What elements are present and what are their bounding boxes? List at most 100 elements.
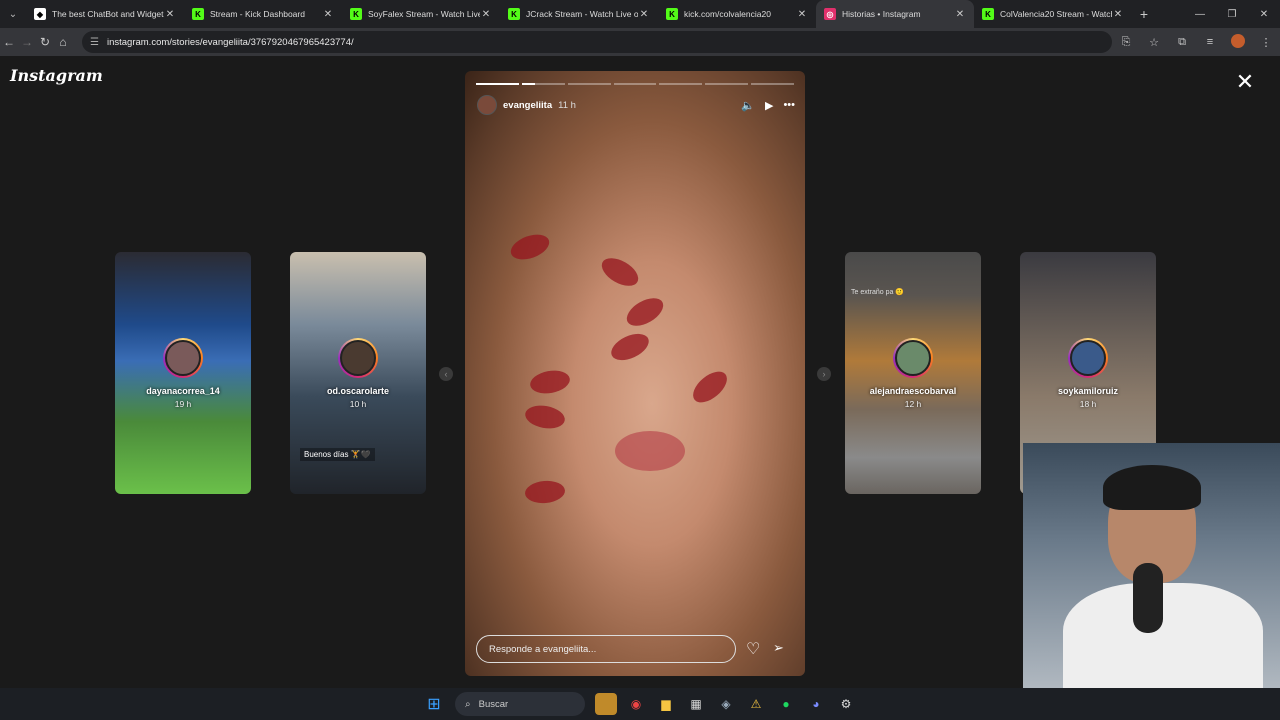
store-icon[interactable]: ▦ [685, 693, 707, 715]
tab-close-icon[interactable]: ✕ [164, 9, 176, 20]
tab-favicon-icon: K [666, 8, 678, 20]
settings-icon[interactable]: ⚙ [835, 693, 857, 715]
like-heart-icon[interactable]: ♡ [746, 639, 760, 659]
minimize-icon[interactable]: — [1184, 0, 1216, 28]
discord-icon[interactable]: ◕ [805, 693, 827, 715]
webcam-person-hair [1103, 465, 1201, 510]
tab-close-icon[interactable]: ✕ [1112, 9, 1124, 20]
kiss-mark [622, 292, 668, 332]
story-progress-bar [476, 83, 795, 85]
tab-favicon-icon: ◎ [824, 8, 836, 20]
tab-4[interactable]: K JCrack Stream - Watch Live on ✕ [500, 0, 658, 28]
tab-5[interactable]: Kkick.com/colvalencia20 ✕ [658, 0, 816, 28]
previous-story-chevron-icon[interactable]: ‹ [439, 367, 453, 381]
bookmark-star-icon[interactable]: ☆ [1140, 36, 1168, 49]
windows-start-icon[interactable]: ⊞ [423, 693, 445, 715]
more-options-icon[interactable]: ••• [783, 99, 795, 112]
tab-7[interactable]: K ColValencia20 Stream - Watch ✕ [974, 0, 1132, 28]
browser-address-bar: ← → ↻ ⌂ ☰ instagram.com/stories/evangelii… [0, 28, 1280, 56]
webcam-overlay [1023, 443, 1280, 688]
new-tab-icon[interactable]: + [1132, 6, 1156, 22]
main-story[interactable]: evangeliita 11 h 🔈 ▶ ••• Responde a evan… [465, 71, 805, 676]
taskbar-search-label: Buscar [478, 698, 509, 710]
tab-close-icon[interactable]: ✕ [480, 9, 492, 20]
window-controls: — ❐ ✕ [1184, 0, 1280, 28]
forward-icon[interactable]: → [18, 28, 36, 56]
tab-1[interactable]: ◆ The best ChatBot and Widgets ✕ [26, 0, 184, 28]
story-author-time: 11 h [558, 99, 576, 111]
home-icon[interactable]: ⌂ [54, 28, 72, 56]
tab-search-chevron-icon[interactable]: ⌄ [0, 0, 26, 28]
play-icon[interactable]: ▶ [765, 99, 773, 112]
back-icon[interactable]: ← [0, 28, 18, 56]
news-widget-icon[interactable] [595, 693, 617, 715]
story-author-avatar[interactable] [477, 95, 497, 115]
webcam-person-shirt [1063, 583, 1263, 688]
install-app-icon[interactable]: ⎘ [1112, 36, 1140, 49]
kiss-mark [528, 367, 572, 397]
tab-title: ColValencia20 Stream - Watch [1000, 9, 1112, 19]
reply-input[interactable]: Responde a evangeliita... [476, 635, 736, 663]
story-controls: 🔈 ▶ ••• [741, 99, 795, 112]
tab-close-icon[interactable]: ✕ [638, 9, 650, 20]
browser-tab-bar: ⌄ ◆ The best ChatBot and Widgets ✕ K Stream… [0, 0, 1280, 28]
kiss-mark [507, 229, 553, 265]
story-username: alejandraescobarval [869, 386, 957, 396]
tab-favicon-icon: K [982, 8, 994, 20]
menu-kebab-icon[interactable]: ⋮ [1252, 36, 1280, 49]
tab-favicon-icon: K [350, 8, 362, 20]
close-viewer-icon[interactable]: ✕ [1233, 70, 1257, 94]
next-story-chevron-icon[interactable]: › [817, 367, 831, 381]
story-time: 12 h [904, 399, 922, 409]
instagram-logo[interactable]: Instagram [10, 66, 103, 85]
story-avatar [163, 338, 203, 378]
send-icon[interactable]: ➢ [773, 640, 784, 656]
spotify-icon[interactable]: ● [775, 693, 797, 715]
tab-favicon-icon: K [192, 8, 204, 20]
tab-close-icon[interactable]: ✕ [954, 9, 966, 20]
story-time: 18 h [1079, 399, 1097, 409]
toolbar-actions: ⎘ ☆ ⧉ ≡ ⋮ [1112, 33, 1280, 51]
taskbar-search[interactable]: ⌕ Buscar [455, 692, 585, 716]
story-avatar [1068, 338, 1108, 378]
windows-taskbar: ⊞ ⌕ Buscar ◉ ▆ ▦ ◈ ⚠ ● ◕ ⚙ [0, 688, 1280, 720]
url-text: instagram.com/stories/evangeliita/376792… [106, 36, 354, 48]
tab-title: The best ChatBot and Widgets [52, 9, 164, 19]
story-author-username[interactable]: evangeliita [503, 100, 552, 111]
tab-2[interactable]: K Stream - Kick Dashboard ✕ [184, 0, 342, 28]
media-controls-icon[interactable]: ≡ [1196, 36, 1224, 48]
kiss-mark [615, 431, 685, 471]
side-story-oscarolarte[interactable]: od.oscarolarte 10 h Buenos días 🏋️🖤 [290, 252, 426, 494]
file-explorer-icon[interactable]: ▆ [655, 693, 677, 715]
tab-title: SoyFalex Stream - Watch Live o [368, 9, 480, 19]
tab-close-icon[interactable]: ✕ [796, 9, 808, 20]
site-info-icon[interactable]: ☰ [90, 37, 99, 48]
reload-icon[interactable]: ↻ [36, 28, 54, 56]
story-caption: Buenos días 🏋️🖤 [300, 448, 375, 461]
side-story-alejandraescobarval[interactable]: Te extraño pa 🙂 alejandraescobarval 12 h [845, 252, 981, 494]
warning-app-icon[interactable]: ⚠ [745, 693, 767, 715]
search-icon: ⌕ [465, 698, 471, 710]
tab-close-icon[interactable]: ✕ [322, 9, 334, 20]
story-username: dayanacorrea_14 [146, 386, 220, 396]
url-field[interactable]: ☰ instagram.com/stories/evangeliita/37679… [82, 31, 1112, 53]
chrome-icon[interactable]: ◉ [625, 693, 647, 715]
tab-favicon-icon: ◆ [34, 8, 46, 20]
profile-avatar-icon[interactable] [1224, 33, 1252, 51]
story-avatar [338, 338, 378, 378]
close-window-icon[interactable]: ✕ [1248, 0, 1280, 28]
extensions-icon[interactable]: ⧉ [1168, 36, 1196, 49]
kiss-mark [607, 328, 653, 366]
kiss-mark [523, 402, 567, 432]
side-story-dayanacorrea[interactable]: dayanacorrea_14 19 h [115, 252, 251, 494]
microphone-icon [1133, 563, 1163, 633]
restore-icon[interactable]: ❐ [1216, 0, 1248, 28]
tab-title: JCrack Stream - Watch Live on [526, 9, 638, 19]
story-username: soykamiloruiz [1057, 386, 1119, 396]
story-time: 10 h [349, 399, 367, 409]
mute-icon[interactable]: 🔈 [741, 99, 755, 112]
steam-icon[interactable]: ◈ [715, 693, 737, 715]
tab-3[interactable]: K SoyFalex Stream - Watch Live o ✕ [342, 0, 500, 28]
kiss-mark [687, 365, 733, 409]
tab-6-active[interactable]: ◎ Historias • Instagram ✕ [816, 0, 974, 28]
